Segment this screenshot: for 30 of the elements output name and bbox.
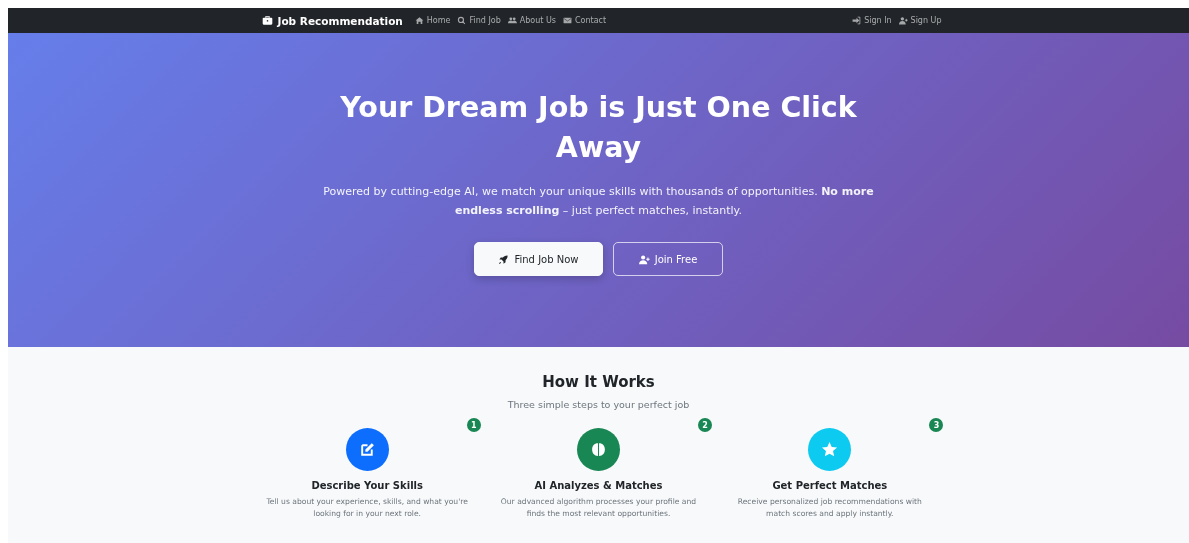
hero-subtitle: Powered by cutting-edge AI, we match your unique skills with thousands of opportunities. No more endless scrolling – just perfect matches, instantly. [322, 184, 875, 219]
find-job-button[interactable]: Find Job Now [474, 242, 603, 276]
pencil-icon [358, 441, 376, 458]
home-icon [414, 16, 424, 25]
step-title: AI Analyzes & Matches [534, 480, 663, 491]
nav-link[interactable]: Home [414, 16, 451, 25]
brand-link[interactable]: Job Recommendation [261, 14, 403, 27]
nav-link[interactable]: About Us [507, 16, 556, 25]
briefcase-icon [261, 15, 273, 26]
step-number-badge: 2 [698, 418, 713, 432]
sign-in-icon [852, 16, 862, 25]
section-subtitle: Three simple steps to your perfect job [507, 399, 690, 410]
nav-link[interactable]: Contact [562, 16, 607, 25]
users-icon [507, 16, 517, 25]
step-number-badge: 1 [466, 418, 481, 432]
add-user-icon [638, 253, 650, 265]
nav-link[interactable]: Sign Up [898, 16, 942, 25]
search-icon [457, 16, 467, 25]
section-title: How It Works [542, 373, 655, 391]
step-number-badge: 3 [929, 418, 944, 432]
step-title: Describe Your Skills [311, 480, 423, 491]
envelope-icon [562, 16, 572, 25]
star-icon [821, 441, 839, 458]
hero-title: Your Dream Job is Just One Click Away [339, 90, 858, 166]
nav-link[interactable]: Find Job [457, 16, 501, 25]
nav-link[interactable]: Sign In [852, 16, 892, 25]
join-button[interactable]: Join Free [613, 242, 723, 276]
add-user-icon [898, 16, 908, 25]
rocket-icon [498, 253, 510, 265]
step-title: Get Perfect Matches [772, 480, 888, 491]
